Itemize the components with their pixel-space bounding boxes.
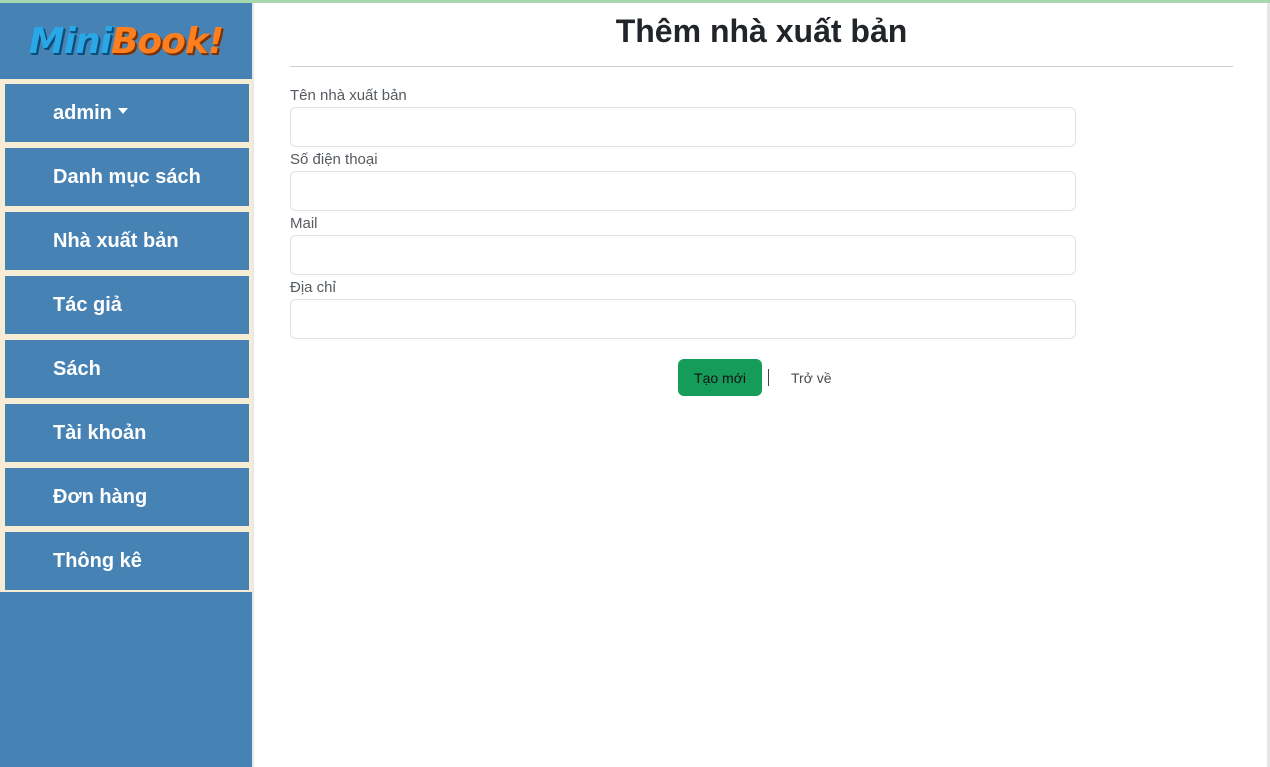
sidebar-item-label: Nhà xuất bản xyxy=(53,229,179,252)
sidebar-item-books[interactable]: Sách xyxy=(5,340,249,398)
brand-logo[interactable]: MiniBook! xyxy=(0,3,252,79)
phone-input[interactable] xyxy=(290,171,1076,211)
mail-input[interactable] xyxy=(290,235,1076,275)
sidebar-item-label: Danh mục sách xyxy=(53,165,201,188)
sidebar-item-label: admin xyxy=(53,101,112,124)
create-button[interactable]: Tạo mới xyxy=(678,359,762,396)
sidebar-menu: admin Danh mục sách Nhà xuất bản Tác giả… xyxy=(0,79,252,592)
sidebar-item-label: Tài khoản xyxy=(53,421,147,444)
publisher-name-input[interactable] xyxy=(290,107,1076,147)
sidebar: MiniBook! admin Danh mục sách Nhà xuất b… xyxy=(0,3,252,767)
action-separator xyxy=(768,369,769,386)
back-link[interactable]: Trở về xyxy=(783,370,840,386)
mail-label: Mail xyxy=(290,215,318,232)
brand-logo-part1: Mini xyxy=(28,20,112,62)
publisher-name-label: Tên nhà xuất bản xyxy=(290,87,407,104)
form-actions: Tạo mới Trở về xyxy=(678,359,840,396)
main-content: Thêm nhà xuất bản Tên nhà xuất bản Số đi… xyxy=(252,3,1270,767)
sidebar-item-orders[interactable]: Đơn hàng xyxy=(5,468,249,526)
sidebar-item-statistics[interactable]: Thông kê xyxy=(5,532,249,590)
title-divider xyxy=(290,66,1233,67)
phone-label: Số điện thoại xyxy=(290,151,378,168)
sidebar-item-admin[interactable]: admin xyxy=(5,84,249,142)
sidebar-item-label: Sách xyxy=(53,357,101,380)
address-label: Địa chỉ xyxy=(290,279,336,296)
sidebar-item-label: Tác giả xyxy=(53,293,122,316)
sidebar-item-categories[interactable]: Danh mục sách xyxy=(5,148,249,206)
sidebar-item-accounts[interactable]: Tài khoản xyxy=(5,404,249,462)
sidebar-item-label: Đơn hàng xyxy=(53,485,148,508)
sidebar-item-label: Thông kê xyxy=(53,549,142,572)
caret-down-icon xyxy=(117,108,128,114)
address-input[interactable] xyxy=(290,299,1076,339)
sidebar-item-authors[interactable]: Tác giả xyxy=(5,276,249,334)
brand-logo-part2: Book! xyxy=(110,20,224,62)
page-title: Thêm nhà xuất bản xyxy=(615,13,908,49)
sidebar-item-publishers[interactable]: Nhà xuất bản xyxy=(5,212,249,270)
